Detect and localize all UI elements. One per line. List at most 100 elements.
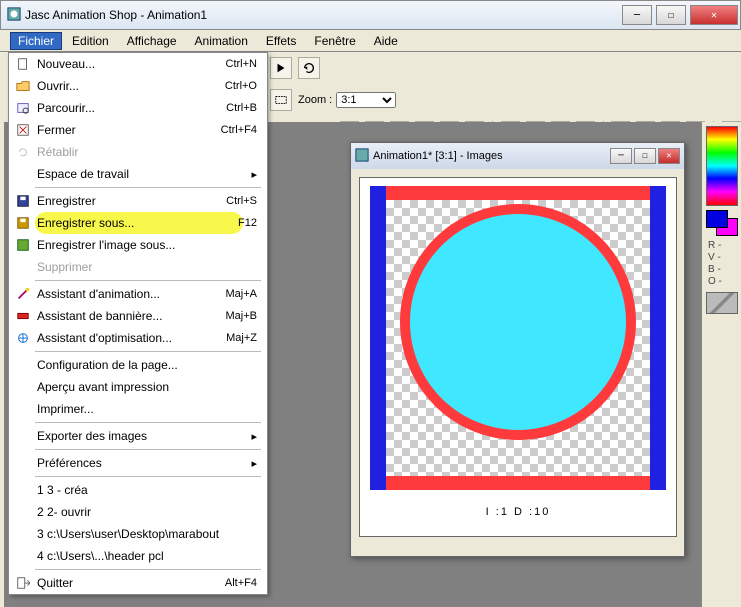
readout-v: V -	[708, 252, 741, 264]
menu-effets[interactable]: Effets	[258, 32, 304, 50]
workspace-left-edge	[0, 122, 4, 607]
menu-label: Enregistrer l'image sous...	[37, 238, 261, 252]
fichier-dropdown: Nouveau... Ctrl+N Ouvrir... Ctrl+O Parco…	[8, 52, 268, 595]
revert-icon	[15, 145, 31, 159]
cyan-circle	[400, 204, 636, 440]
child-maximize-button[interactable]: ☐	[634, 148, 656, 164]
menu-label: 2 2- ouvrir	[37, 505, 261, 519]
menu-label: Imprimer...	[37, 402, 261, 416]
zoom-label: Zoom :	[298, 94, 332, 106]
readout-o: O -	[708, 276, 741, 288]
menu-label: Assistant d'animation...	[37, 287, 220, 301]
child-window-icon	[355, 148, 369, 165]
menu-item-nouveau[interactable]: Nouveau... Ctrl+N	[9, 53, 267, 75]
menu-item-recent-4[interactable]: 4 c:\Users\...\header pcl	[9, 545, 267, 567]
submenu-arrow-icon: ▸	[251, 168, 261, 181]
menu-shortcut: Ctrl+B	[226, 102, 261, 114]
window-minimize-button[interactable]: ─	[622, 5, 652, 25]
menu-item-recent-2[interactable]: 2 2- ouvrir	[9, 501, 267, 523]
menu-item-supprimer: Supprimer	[9, 256, 267, 278]
menu-label: Ouvrir...	[37, 79, 219, 93]
menu-item-recent-3[interactable]: 3 c:\Users\user\Desktop\marabout	[9, 523, 267, 545]
menu-item-espace-travail[interactable]: Espace de travail ▸	[9, 163, 267, 185]
menu-edition[interactable]: Edition	[64, 32, 117, 50]
menu-label: Configuration de la page...	[37, 358, 261, 372]
optimize-icon	[15, 331, 31, 345]
red-bar-top	[370, 186, 666, 200]
menu-item-recent-1[interactable]: 1 3 - créa	[9, 479, 267, 501]
menu-item-exporter[interactable]: Exporter des images ▸	[9, 425, 267, 447]
menu-item-enregistrer-sous[interactable]: Enregistrer sous... F12	[9, 212, 267, 234]
menu-shortcut: Ctrl+N	[226, 58, 261, 70]
child-window: Animation1* [3:1] - Images ─ ☐ ✕ I :1 D …	[350, 142, 685, 557]
menu-shortcut: Maj+A	[226, 288, 262, 300]
submenu-arrow-icon: ▸	[251, 430, 261, 443]
menu-affichage[interactable]: Affichage	[119, 32, 185, 50]
exit-icon	[15, 576, 31, 590]
menu-item-assistant-banniere[interactable]: Assistant de bannière... Maj+B	[9, 305, 267, 327]
toolbar-selection-button[interactable]	[270, 89, 292, 111]
menu-label: Quitter	[37, 576, 219, 590]
menu-label: Assistant d'optimisation...	[37, 331, 220, 345]
no-color-box[interactable]	[706, 292, 738, 314]
child-titlebar[interactable]: Animation1* [3:1] - Images ─ ☐ ✕	[351, 143, 684, 169]
menu-item-preferences[interactable]: Préférences ▸	[9, 452, 267, 474]
menu-label: Espace de travail	[37, 167, 245, 181]
submenu-arrow-icon: ▸	[251, 457, 261, 470]
window-close-button[interactable]: ✕	[690, 5, 738, 25]
menu-item-config-page[interactable]: Configuration de la page...	[9, 354, 267, 376]
menu-label: 3 c:\Users\user\Desktop\marabout	[37, 527, 261, 541]
menu-item-apercu[interactable]: Aperçu avant impression	[9, 376, 267, 398]
child-title-text: Animation1* [3:1] - Images	[373, 150, 503, 162]
browse-icon	[15, 101, 31, 115]
menu-item-quitter[interactable]: Quitter Alt+F4	[9, 572, 267, 594]
foreground-color-swatch[interactable]	[706, 210, 728, 228]
menu-shortcut: Maj+Z	[226, 332, 261, 344]
zoom-control: Zoom : 3:1	[298, 92, 396, 108]
menu-shortcut: Ctrl+F4	[221, 124, 261, 136]
toolbar-play-button[interactable]	[270, 57, 292, 79]
menu-label: Fermer	[37, 123, 215, 137]
menu-label: Parcourir...	[37, 101, 220, 115]
window-maximize-button[interactable]: ☐	[656, 5, 686, 25]
child-close-button[interactable]: ✕	[658, 148, 680, 164]
child-minimize-button[interactable]: ─	[610, 148, 632, 164]
menu-item-ouvrir[interactable]: Ouvrir... Ctrl+O	[9, 75, 267, 97]
menu-item-enregistrer-image-sous[interactable]: Enregistrer l'image sous...	[9, 234, 267, 256]
zoom-select[interactable]: 3:1	[336, 92, 396, 108]
save-as-icon	[15, 216, 31, 230]
menu-label: 4 c:\Users\...\header pcl	[37, 549, 261, 563]
color-spectrum[interactable]	[706, 126, 738, 206]
menu-item-parcourir[interactable]: Parcourir... Ctrl+B	[9, 97, 267, 119]
app-icon	[7, 7, 21, 24]
menu-label: Enregistrer	[37, 194, 220, 208]
menu-aide[interactable]: Aide	[366, 32, 406, 50]
menu-label: Supprimer	[37, 260, 261, 274]
frame-canvas	[360, 178, 676, 498]
menu-item-fermer[interactable]: Fermer Ctrl+F4	[9, 119, 267, 141]
menu-shortcut: Ctrl+O	[225, 80, 261, 92]
menu-item-imprimer[interactable]: Imprimer...	[9, 398, 267, 420]
readout-b: B -	[708, 264, 741, 276]
menu-label: Exporter des images	[37, 429, 245, 443]
toolbar-loop-button[interactable]	[298, 57, 320, 79]
menu-label: Aperçu avant impression	[37, 380, 261, 394]
color-swatches[interactable]	[706, 210, 738, 236]
menu-animation[interactable]: Animation	[187, 32, 256, 50]
readout-r: R -	[708, 240, 741, 252]
menu-shortcut: Alt+F4	[225, 577, 261, 589]
menu-label: Enregistrer sous...	[37, 216, 232, 230]
blue-bar-left	[370, 186, 386, 490]
menu-fenetre[interactable]: Fenêtre	[306, 32, 363, 50]
menu-label: Rétablir	[37, 145, 261, 159]
close-file-icon	[15, 123, 31, 137]
menu-item-assistant-optimisation[interactable]: Assistant d'optimisation... Maj+Z	[9, 327, 267, 349]
menu-fichier[interactable]: Fichier	[10, 32, 62, 50]
menu-item-enregistrer[interactable]: Enregistrer Ctrl+S	[9, 190, 267, 212]
window-titlebar: Jasc Animation Shop - Animation1 ─ ☐ ✕	[0, 0, 741, 30]
open-icon	[15, 79, 31, 93]
animation-frame[interactable]: I :1 D :10	[359, 177, 677, 537]
menu-item-assistant-animation[interactable]: Assistant d'animation... Maj+A	[9, 283, 267, 305]
new-icon	[15, 57, 31, 71]
blue-bar-right	[650, 186, 666, 490]
